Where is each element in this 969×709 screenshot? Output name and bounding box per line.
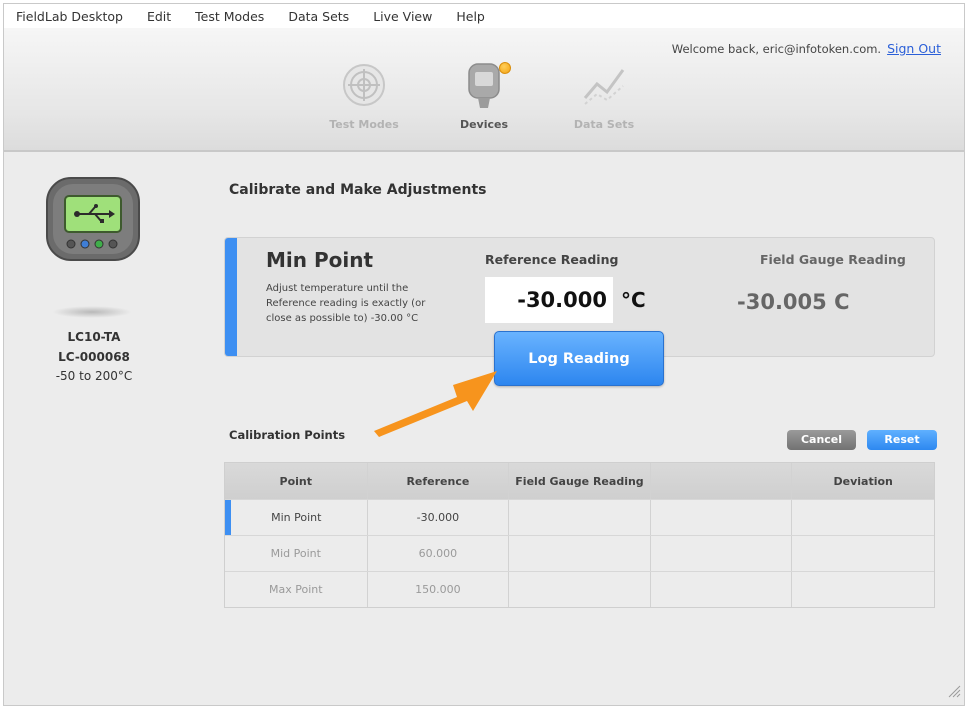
log-reading-button[interactable]: Log Reading [494, 331, 664, 386]
cell-reference: 150.000 [366, 572, 509, 607]
cell-point: Mid Point [270, 547, 321, 560]
cell-field-gauge [508, 500, 650, 535]
cell-reference: 60.000 [366, 536, 509, 571]
cell-deviation [791, 536, 934, 571]
tab-label: Devices [459, 118, 509, 131]
table-row[interactable]: Min Point -30.000 [225, 499, 934, 535]
menubar: FieldLab Desktop Edit Test Modes Data Se… [4, 4, 964, 28]
column-header-reference: Reference [366, 463, 509, 499]
tab-devices[interactable]: Devices [429, 58, 539, 131]
field-gauge-label: Field Gauge Reading [760, 252, 906, 267]
page-title: Calibrate and Make Adjustments [229, 182, 487, 198]
cell-point: Min Point [225, 500, 367, 535]
device-shadow [52, 306, 132, 318]
gauge-device-icon [457, 58, 511, 112]
cancel-button[interactable]: Cancel [787, 430, 856, 450]
point-title: Min Point [266, 248, 374, 272]
cell-deviation [791, 572, 934, 607]
cell-blank [649, 500, 792, 535]
resize-grip-icon[interactable] [945, 682, 961, 702]
reference-unit: °C [621, 288, 646, 312]
column-header-deviation: Deviation [791, 463, 934, 499]
device-model: LC10-TA [67, 330, 121, 344]
panel-accent-bar [225, 238, 237, 356]
pointer-arrow-icon [369, 359, 509, 443]
welcome-text: Welcome back, eric@infotoken.com. [671, 42, 882, 56]
tab-data-sets[interactable]: Data Sets [549, 58, 659, 131]
cell-field-gauge [508, 536, 650, 571]
cell-deviation [791, 500, 934, 535]
line-graph-icon [577, 58, 631, 112]
cell-blank [649, 572, 792, 607]
table-header-row: Point Reference Field Gauge Reading Devi… [225, 463, 934, 499]
calibration-points-title: Calibration Points [229, 428, 346, 442]
cell-blank [649, 536, 792, 571]
column-header-point: Point [279, 474, 313, 488]
reference-reading-label: Reference Reading [485, 252, 619, 267]
menu-help[interactable]: Help [456, 9, 485, 24]
field-gauge-value: -30.005 C [737, 290, 850, 314]
cell-point: Max Point [269, 583, 323, 596]
device-range: -50 to 200°C [55, 369, 133, 383]
sign-out-link[interactable]: Sign Out [887, 41, 941, 56]
table-row[interactable]: Mid Point 60.000 [225, 535, 934, 571]
table-row[interactable]: Max Point 150.000 [225, 571, 934, 607]
toolbar-header: Welcome back, eric@infotoken.com. Sign Ou… [4, 28, 964, 152]
notification-dot [499, 62, 511, 74]
cell-reference: -30.000 [366, 500, 509, 535]
tab-label: Data Sets [573, 118, 635, 131]
calibration-table: Point Reference Field Gauge Reading Devi… [224, 462, 935, 608]
column-header-blank [649, 463, 792, 499]
menu-live-view[interactable]: Live View [373, 9, 432, 24]
active-row-marker [225, 500, 231, 535]
welcome-message: Welcome back, eric@infotoken.com. Sign Ou… [672, 41, 941, 56]
device-serial: LC-000068 [58, 350, 130, 364]
usb-device-icon [45, 176, 141, 266]
app-window: FieldLab Desktop Edit Test Modes Data Se… [3, 3, 965, 706]
column-header-field-gauge: Field Gauge Reading [508, 463, 650, 499]
menu-edit[interactable]: Edit [147, 9, 171, 24]
tab-label: Test Modes [329, 118, 399, 131]
tab-test-modes[interactable]: Test Modes [309, 58, 419, 131]
menu-data-sets[interactable]: Data Sets [288, 9, 349, 24]
reset-button[interactable]: Reset [867, 430, 937, 450]
point-instructions: Adjust temperature until the Reference r… [266, 283, 426, 324]
cell-field-gauge [508, 572, 650, 607]
reference-reading-value: -30.000 [485, 277, 613, 323]
menu-app[interactable]: FieldLab Desktop [16, 9, 123, 24]
target-icon [337, 58, 391, 112]
device-sidebar: LC10-TA LC-000068 -50 to 200°C [4, 154, 194, 705]
menu-test-modes[interactable]: Test Modes [195, 9, 264, 24]
